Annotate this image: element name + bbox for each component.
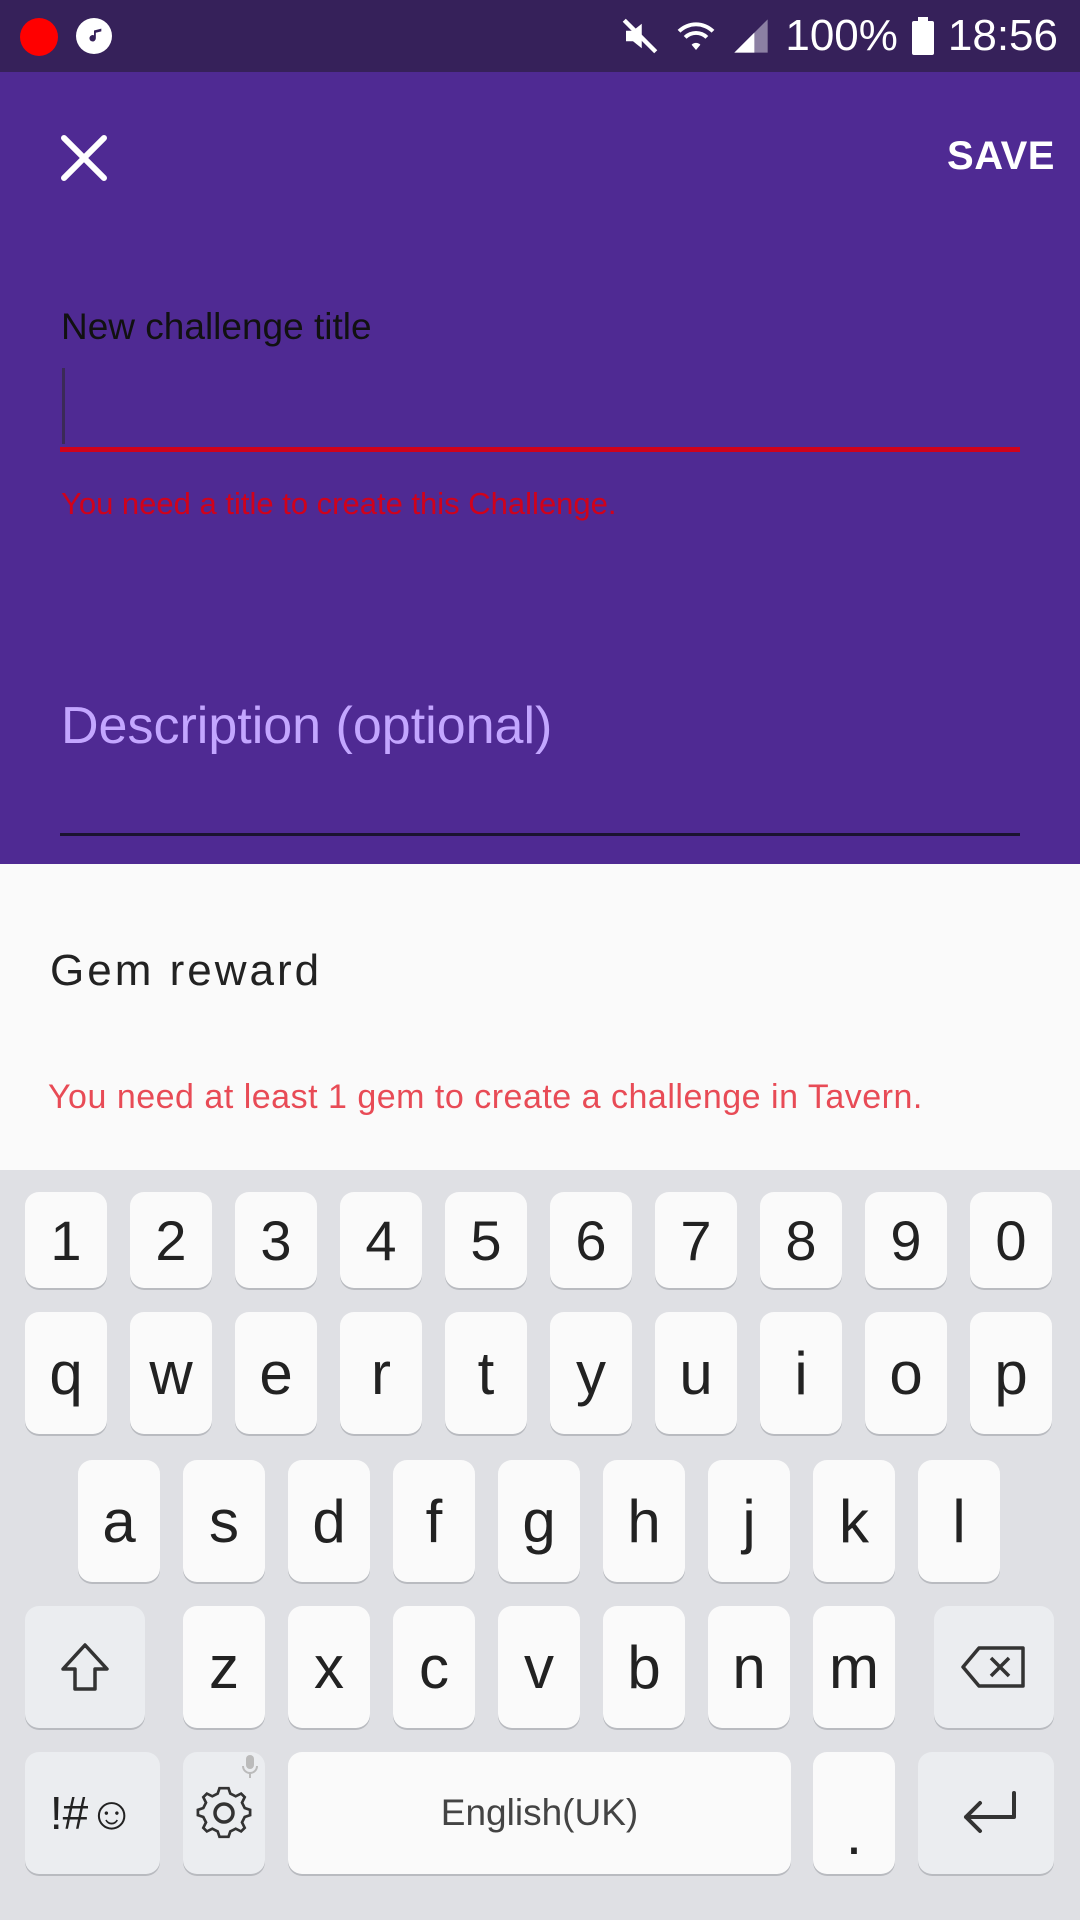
- settings-gear-icon: [196, 1786, 252, 1839]
- mic-icon: [242, 1755, 258, 1778]
- key-u[interactable]: u: [655, 1312, 737, 1434]
- settings-key[interactable]: [183, 1752, 265, 1874]
- key-q[interactable]: q: [25, 1312, 107, 1434]
- key-s[interactable]: s: [183, 1460, 265, 1582]
- enter-icon: [964, 1791, 1016, 1833]
- key-j[interactable]: j: [708, 1460, 790, 1582]
- mute-icon: [623, 18, 658, 54]
- key-x[interactable]: x: [288, 1606, 370, 1728]
- key-5[interactable]: 5: [445, 1192, 527, 1288]
- challenge-form-header: SAVE New challenge title You need a titl…: [0, 72, 1080, 864]
- key-p[interactable]: p: [970, 1312, 1052, 1434]
- title-field-label: New challenge title: [61, 306, 372, 347]
- key-l[interactable]: l: [918, 1460, 1000, 1582]
- key-b[interactable]: b: [603, 1606, 685, 1728]
- key-y[interactable]: y: [550, 1312, 632, 1434]
- key-v[interactable]: v: [498, 1606, 580, 1728]
- description-input[interactable]: Description (optional): [61, 696, 552, 756]
- description-underline: [60, 833, 1020, 836]
- key-i[interactable]: i: [760, 1312, 842, 1434]
- key-a[interactable]: a: [78, 1460, 160, 1582]
- key-m[interactable]: m: [813, 1606, 895, 1728]
- key-n[interactable]: n: [708, 1606, 790, 1728]
- enter-key[interactable]: [918, 1752, 1054, 1874]
- title-input[interactable]: [60, 368, 1020, 452]
- music-icon: [76, 18, 112, 54]
- backspace-icon: [961, 1646, 1025, 1688]
- key-f[interactable]: f: [393, 1460, 475, 1582]
- key-e[interactable]: e: [235, 1312, 317, 1434]
- backspace-key[interactable]: [934, 1606, 1054, 1728]
- key-0[interactable]: 0: [970, 1192, 1052, 1288]
- close-button[interactable]: [56, 130, 112, 186]
- key-g[interactable]: g: [498, 1460, 580, 1582]
- key-h[interactable]: h: [603, 1460, 685, 1582]
- title-error-message: You need a title to create this Challeng…: [61, 486, 617, 521]
- wifi-icon: [677, 22, 715, 50]
- text-cursor: [62, 368, 65, 444]
- key-9[interactable]: 9: [865, 1192, 947, 1288]
- key-z[interactable]: z: [183, 1606, 265, 1728]
- title-underline: [60, 447, 1020, 452]
- key-c[interactable]: c: [393, 1606, 475, 1728]
- gem-reward-title: Gem reward: [50, 946, 323, 995]
- key-7[interactable]: 7: [655, 1192, 737, 1288]
- gem-reward-section: Gem reward You need at least 1 gem to cr…: [0, 868, 1080, 1170]
- save-button[interactable]: SAVE: [947, 134, 1055, 179]
- clock: 18:56: [947, 11, 1058, 60]
- keyboard: 1 2 3 4 5 6 7 8 9 0 q w e r t y u i o p …: [0, 1170, 1080, 1920]
- space-key[interactable]: English(UK): [288, 1752, 791, 1874]
- gem-error-message: You need at least 1 gem to create a chal…: [48, 1078, 923, 1116]
- status-bar: 100% 18:56: [0, 0, 1080, 72]
- period-key[interactable]: .: [813, 1752, 895, 1874]
- key-t[interactable]: t: [445, 1312, 527, 1434]
- key-w[interactable]: w: [130, 1312, 212, 1434]
- key-d[interactable]: d: [288, 1460, 370, 1582]
- close-icon: [61, 135, 107, 181]
- key-6[interactable]: 6: [550, 1192, 632, 1288]
- key-4[interactable]: 4: [340, 1192, 422, 1288]
- battery-percent: 100%: [785, 11, 898, 60]
- signal-icon: [734, 19, 769, 53]
- shift-icon: [61, 1643, 109, 1691]
- battery-icon: [911, 17, 934, 55]
- key-r[interactable]: r: [340, 1312, 422, 1434]
- key-1[interactable]: 1: [25, 1192, 107, 1288]
- key-2[interactable]: 2: [130, 1192, 212, 1288]
- key-8[interactable]: 8: [760, 1192, 842, 1288]
- key-o[interactable]: o: [865, 1312, 947, 1434]
- key-k[interactable]: k: [813, 1460, 895, 1582]
- key-3[interactable]: 3: [235, 1192, 317, 1288]
- shift-key[interactable]: [25, 1606, 145, 1728]
- symbols-key[interactable]: !#☺: [25, 1752, 160, 1874]
- record-icon: [20, 18, 58, 56]
